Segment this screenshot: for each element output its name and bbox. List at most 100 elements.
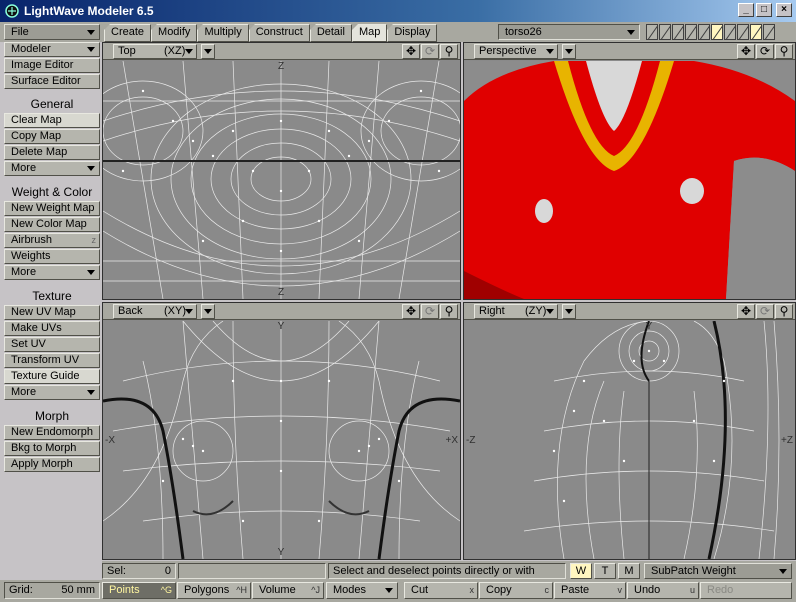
new-uv-map-button[interactable]: New UV Map xyxy=(4,305,100,320)
paste-button[interactable]: Paste v xyxy=(554,582,626,599)
chevron-down-icon xyxy=(546,309,554,314)
points-mode-button[interactable]: Points ^G xyxy=(102,582,176,599)
move-view-icon[interactable]: ✥ xyxy=(402,44,420,59)
cut-button[interactable]: Cut x xyxy=(404,582,478,599)
zoom-view-icon[interactable]: ⚲ xyxy=(440,304,458,319)
layer-button[interactable] xyxy=(685,24,697,40)
points-mode-label: Points xyxy=(109,584,140,596)
close-button[interactable]: × xyxy=(776,3,792,17)
more-label: More xyxy=(11,162,37,174)
general-more-button[interactable]: More xyxy=(4,161,100,176)
axis-label-top: Y xyxy=(646,321,653,332)
rotate-view-icon[interactable]: ⟳ xyxy=(756,44,774,59)
polygons-mode-button[interactable]: Polygons ^H xyxy=(177,582,251,599)
minimize-button[interactable]: _ xyxy=(738,3,754,17)
modes-menu[interactable]: Modes xyxy=(326,582,398,599)
window-title: LightWave Modeler 6.5 xyxy=(24,4,154,18)
chevron-down-icon xyxy=(87,47,95,52)
move-view-icon[interactable]: ✥ xyxy=(737,44,755,59)
axis-label-bottom: Z xyxy=(278,287,284,298)
chevron-down-icon xyxy=(87,270,95,275)
view-type-select[interactable]: Back (XY) xyxy=(113,304,197,319)
viewport-back[interactable]: Back (XY) ✥ ⟳ ⚲ Y Y -X +X xyxy=(102,302,461,560)
viewport-top[interactable]: Top (XZ) ✥ ⟳ ⚲ Z Z xyxy=(102,42,461,300)
layer-button-active[interactable] xyxy=(711,24,723,40)
lightwave-icon xyxy=(5,4,19,18)
zoom-view-icon[interactable]: ⚲ xyxy=(775,304,793,319)
surface-editor-button[interactable]: Surface Editor xyxy=(4,74,100,89)
undo-button[interactable]: Undo u xyxy=(627,582,699,599)
layer-button[interactable] xyxy=(763,24,775,40)
tab-create[interactable]: Create xyxy=(104,24,152,42)
texture-map-toggle[interactable]: T xyxy=(594,563,616,579)
move-view-icon[interactable]: ✥ xyxy=(737,304,755,319)
bkg-to-morph-button[interactable]: Bkg to Morph xyxy=(4,441,100,456)
make-uvs-button[interactable]: Make UVs xyxy=(4,321,100,336)
view-options-dropdown[interactable] xyxy=(201,304,215,319)
view-options-dropdown[interactable] xyxy=(562,44,576,59)
view-type-select[interactable]: Right (ZY) xyxy=(474,304,558,319)
view-type-select[interactable]: Top (XZ) xyxy=(113,44,197,59)
layer-button[interactable] xyxy=(737,24,749,40)
move-view-icon[interactable]: ✥ xyxy=(402,304,420,319)
layer-button[interactable] xyxy=(659,24,671,40)
object-select[interactable]: torso26 xyxy=(498,24,640,40)
set-uv-button[interactable]: Set UV xyxy=(4,337,100,352)
tab-map[interactable]: Map xyxy=(351,24,388,42)
weight-map-toggle[interactable]: W xyxy=(570,563,592,579)
new-endomorph-button[interactable]: New Endomorph xyxy=(4,425,100,440)
vertex-map-select[interactable]: SubPatch Weight xyxy=(644,563,792,579)
volume-mode-button[interactable]: Volume ^J xyxy=(252,582,324,599)
tab-construct[interactable]: Construct xyxy=(248,24,310,42)
airbrush-label: Airbrush xyxy=(11,234,52,246)
texture-guide-button[interactable]: Texture Guide xyxy=(4,369,100,384)
layer-button[interactable] xyxy=(646,24,658,40)
new-weight-map-button[interactable]: New Weight Map xyxy=(4,201,100,216)
maximize-button[interactable]: □ xyxy=(756,3,772,17)
copy-button[interactable]: Copy c xyxy=(479,582,553,599)
tab-display[interactable]: Display xyxy=(387,24,438,42)
viewport-perspective[interactable]: Perspective ✥ ⟳ ⚲ xyxy=(463,42,796,300)
viewport-header: Right (ZY) ✥ ⟳ ⚲ xyxy=(464,303,795,320)
view-options-dropdown[interactable] xyxy=(562,304,576,319)
layer-button[interactable] xyxy=(724,24,736,40)
view-options-dropdown[interactable] xyxy=(201,44,215,59)
modeler-menu-label: Modeler xyxy=(11,43,51,55)
delete-map-button[interactable]: Delete Map xyxy=(4,145,100,160)
zoom-view-icon[interactable]: ⚲ xyxy=(775,44,793,59)
copy-map-button[interactable]: Copy Map xyxy=(4,129,100,144)
clear-map-button[interactable]: Clear Map xyxy=(4,113,100,128)
texture-more-button[interactable]: More xyxy=(4,385,100,400)
morph-map-toggle[interactable]: M xyxy=(618,563,640,579)
apply-morph-button[interactable]: Apply Morph xyxy=(4,457,100,472)
weights-button[interactable]: Weights xyxy=(4,249,100,264)
modeler-menu[interactable]: Modeler xyxy=(4,42,100,57)
viewport-right[interactable]: Right (ZY) ✥ ⟳ ⚲ Y -Z +Z xyxy=(463,302,796,560)
weight-more-button[interactable]: More xyxy=(4,265,100,280)
layer-button[interactable] xyxy=(698,24,710,40)
wireframe-back[interactable]: Y Y -X +X xyxy=(103,321,460,559)
layer-button-active[interactable] xyxy=(750,24,762,40)
zoom-view-icon[interactable]: ⚲ xyxy=(440,44,458,59)
rotate-view-icon[interactable]: ⟳ xyxy=(421,304,439,319)
chevron-down-icon xyxy=(87,30,95,35)
weight-color-heading: Weight & Color xyxy=(11,185,93,199)
tab-multiply[interactable]: Multiply xyxy=(197,24,249,42)
file-menu[interactable]: File xyxy=(4,24,100,40)
rotate-view-icon[interactable]: ⟳ xyxy=(421,44,439,59)
transform-uv-button[interactable]: Transform UV xyxy=(4,353,100,368)
redo-label: Redo xyxy=(707,584,734,596)
wireframe-top[interactable]: Z Z xyxy=(103,61,460,299)
wireframe-right[interactable]: Y -Z +Z xyxy=(464,321,795,559)
airbrush-button[interactable]: Airbrush z xyxy=(4,233,100,248)
cut-label: Cut xyxy=(411,584,429,596)
layer-button[interactable] xyxy=(672,24,684,40)
tab-modify[interactable]: Modify xyxy=(151,24,198,42)
shaded-perspective-view[interactable] xyxy=(464,61,795,299)
image-editor-button[interactable]: Image Editor xyxy=(4,58,100,73)
new-color-map-button[interactable]: New Color Map xyxy=(4,217,100,232)
view-type-select[interactable]: Perspective xyxy=(474,44,558,59)
tab-detail[interactable]: Detail xyxy=(309,24,352,42)
redo-button[interactable]: Redo xyxy=(700,582,792,599)
rotate-view-icon[interactable]: ⟳ xyxy=(756,304,774,319)
